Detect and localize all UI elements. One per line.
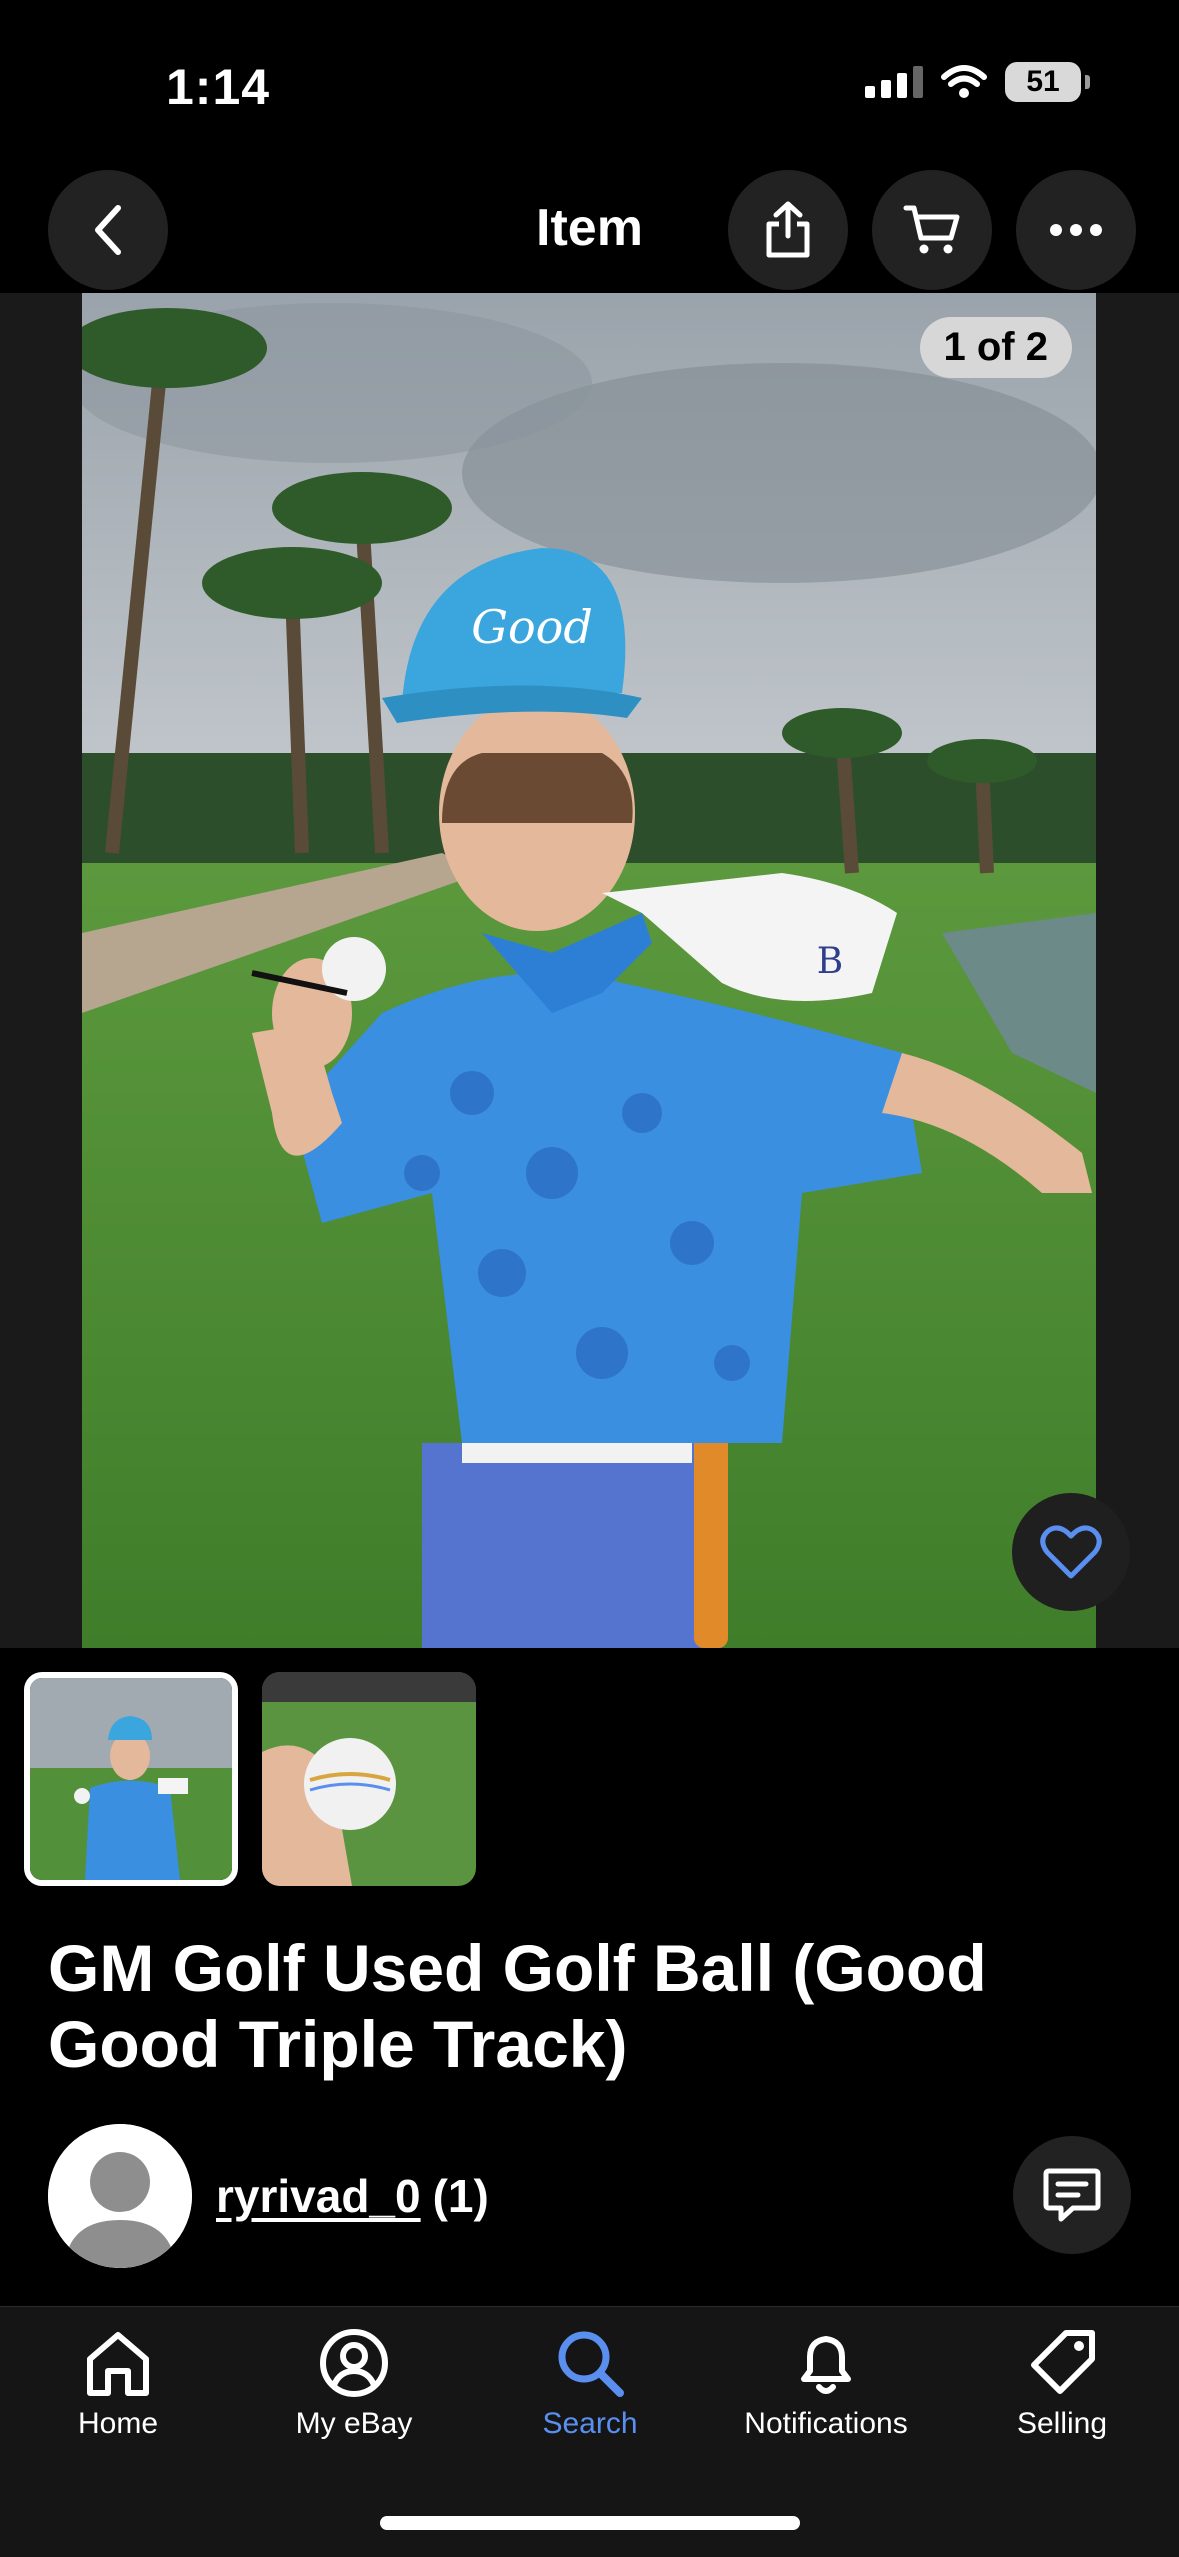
share-icon xyxy=(766,201,810,258)
item-header: Item xyxy=(0,170,1179,292)
status-icons: 51 xyxy=(865,62,1090,102)
tab-notifications-label: Notifications xyxy=(744,2407,908,2440)
main-product-photo[interactable]: Good B 1 of 2 xyxy=(82,293,1096,1648)
status-time: 1:14 xyxy=(166,59,271,115)
cart-icon xyxy=(903,205,960,254)
svg-text:B: B xyxy=(817,941,843,982)
tab-search[interactable]: Search xyxy=(472,2327,708,2441)
chevron-left-icon xyxy=(95,205,121,255)
tab-home-label: Home xyxy=(77,2407,159,2440)
thumbnail-1[interactable] xyxy=(24,1672,238,1886)
tab-search-label: Search xyxy=(542,2407,638,2440)
tab-selling[interactable]: Selling xyxy=(944,2327,1179,2441)
user-icon xyxy=(320,2329,388,2397)
back-button[interactable] xyxy=(48,170,168,290)
listing-title: GM Golf Used Golf Ball (Good Good Triple… xyxy=(48,1931,987,2081)
home-icon xyxy=(87,2332,149,2396)
user-avatar-icon xyxy=(48,2124,192,2268)
tab-my-ebay-label: My eBay xyxy=(295,2407,413,2440)
hat-logo: Good xyxy=(471,600,593,654)
chat-icon xyxy=(1043,2168,1101,2222)
seller-row: ryrivad_0 (1) xyxy=(48,2124,489,2268)
seller-name-link[interactable]: ryrivad_0 xyxy=(216,2169,421,2223)
share-button[interactable] xyxy=(728,170,848,290)
status-bar: 1:14 51 xyxy=(0,0,1179,170)
tab-selling-label: Selling xyxy=(1016,2407,1108,2440)
seller-avatar[interactable] xyxy=(48,2124,192,2268)
tab-notifications[interactable]: Notifications xyxy=(708,2327,944,2441)
tag-icon xyxy=(1031,2330,1095,2394)
bell-icon xyxy=(801,2336,851,2394)
cellular-signal-icon xyxy=(865,66,923,98)
battery-level: 51 xyxy=(1026,65,1060,98)
tab-home[interactable]: Home xyxy=(0,2327,236,2441)
more-options-button[interactable] xyxy=(1016,170,1136,290)
search-icon xyxy=(558,2331,624,2397)
seller-feedback-count: (1) xyxy=(432,2170,489,2222)
wifi-icon xyxy=(941,65,987,98)
thumbnail-2[interactable] xyxy=(262,1672,476,1886)
battery-icon: 51 xyxy=(1005,62,1090,102)
tab-my-ebay[interactable]: My eBay xyxy=(236,2327,472,2441)
page-title: Item xyxy=(536,199,643,257)
image-gallery[interactable]: Good B 1 of 2 xyxy=(0,293,1179,1648)
message-seller-button[interactable] xyxy=(1013,2136,1131,2254)
thumbnail-1-image xyxy=(30,1678,232,1880)
heart-icon xyxy=(1040,1525,1102,1579)
more-icon xyxy=(1050,224,1102,236)
thumbnail-2-image xyxy=(262,1672,476,1886)
watch-button[interactable] xyxy=(1012,1493,1130,1611)
image-counter: 1 of 2 xyxy=(919,317,1072,378)
thumbnail-strip xyxy=(24,1672,476,1886)
home-indicator[interactable] xyxy=(380,2516,800,2530)
cart-button[interactable] xyxy=(872,170,992,290)
product-photo-image: Good B xyxy=(82,293,1096,1648)
